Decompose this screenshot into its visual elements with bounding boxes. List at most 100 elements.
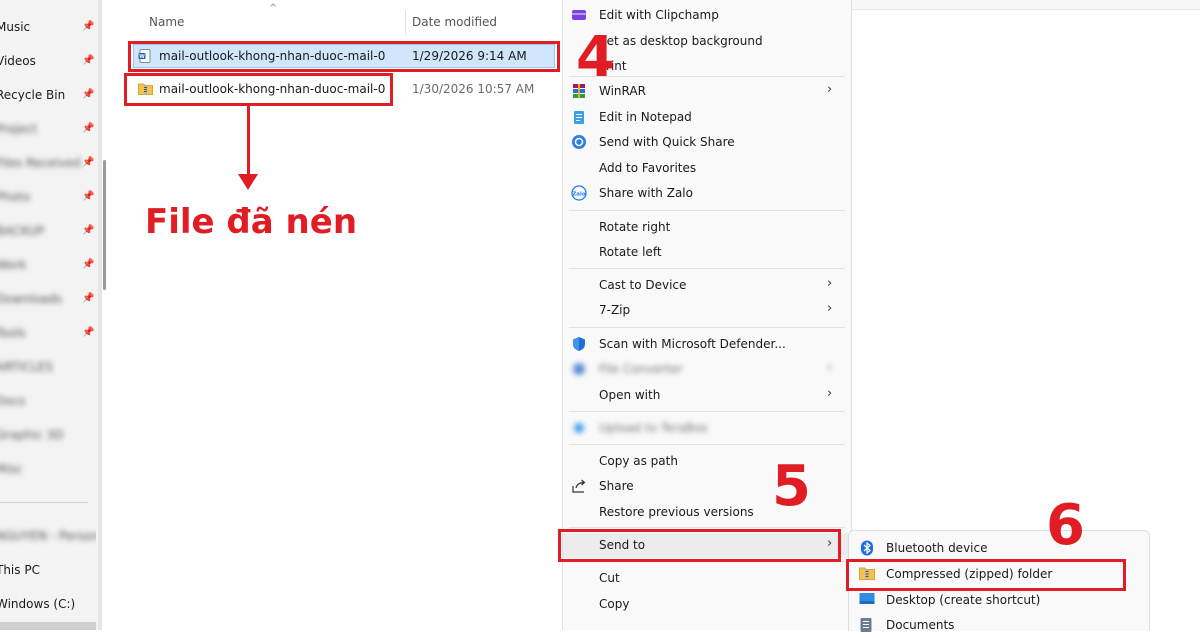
menu-item-label: Set as desktop background (599, 34, 763, 48)
menu-item-copy[interactable]: Copy (563, 592, 851, 617)
menu-item-rotate-right[interactable]: Rotate right (563, 215, 851, 240)
nav-item-label: Work (0, 258, 27, 272)
file-date-modified: 1/30/2026 10:57 AM (412, 82, 535, 96)
clipchamp-icon (571, 7, 587, 26)
menu-item-label: Send to (599, 538, 646, 552)
nav-item-videos[interactable]: Videos 📌 (0, 46, 96, 76)
file-row[interactable]: mail-outlook-khong-nhan-duoc-mail-0 1/30… (134, 78, 554, 100)
submenu-item-compressed-zipped-folder[interactable]: Compressed (zipped) folder (849, 562, 1149, 587)
pin-icon: 📌 (82, 327, 95, 338)
pin-icon: 📌 (82, 55, 95, 66)
nav-item-blurred[interactable]: Graphic 3D (0, 420, 96, 450)
menu-item-label: Add to Favorites (599, 161, 697, 175)
menu-item-label: 7-Zip (599, 303, 631, 317)
file-date-modified: 1/29/2026 9:14 AM (412, 49, 527, 63)
submenu-item-bluetooth-device[interactable]: Bluetooth device (849, 536, 1149, 561)
nav-item-label: Docs (0, 394, 26, 408)
menu-item-open-with[interactable]: Open with › (563, 383, 851, 408)
send-to-submenu: Bluetooth device Compressed (zipped) fol… (848, 530, 1150, 632)
step-number-6: 6 (1046, 493, 1085, 558)
word-document-icon: W (138, 49, 152, 66)
menu-item-add-to-favorites[interactable]: Add to Favorites (563, 156, 851, 181)
nav-item-blurred[interactable]: Work 📌 (0, 250, 96, 280)
file-row-selected[interactable]: W mail-outlook-khong-nhan-duoc-mail-0 1/… (133, 44, 555, 68)
nav-item-blurred[interactable]: Downloads 📌 (0, 284, 96, 314)
nav-scrollbar-track[interactable] (98, 0, 102, 630)
step-number-4: 4 (576, 25, 615, 90)
nav-item-this-pc[interactable]: This PC (0, 555, 96, 585)
menu-item-label: Rotate left (599, 245, 662, 259)
column-header-date-modified[interactable]: Date modified (412, 15, 497, 29)
menu-item-label: Open with (599, 388, 661, 402)
chevron-right-icon: › (827, 386, 833, 401)
chevron-right-icon: › (827, 360, 833, 375)
nav-selected-item[interactable] (0, 622, 96, 630)
nav-item-label: This PC (0, 563, 40, 577)
menu-item-7-zip[interactable]: 7-Zip › (563, 298, 851, 323)
menu-item-label: Cast to Device (599, 278, 687, 292)
menu-item-file-converter[interactable]: File Converter › (563, 357, 851, 382)
nav-item-recycle-bin[interactable]: Recycle Bin 📌 (0, 80, 96, 110)
title-bar-strip (852, 0, 1200, 10)
notepad-icon (571, 109, 587, 128)
nav-item-blurred[interactable]: Project 📌 (0, 114, 96, 144)
nav-item-label: Files Received (0, 156, 81, 170)
nav-item-music[interactable]: Music 📌 (0, 12, 96, 42)
pin-icon: 📌 (82, 123, 95, 134)
nav-item-blurred[interactable]: BACKUP 📌 (0, 216, 96, 246)
quick-share-icon (571, 134, 587, 153)
file-name: mail-outlook-khong-nhan-duoc-mail-0 (159, 82, 386, 96)
menu-item-upload-to-terabox[interactable]: Upload to TeraBox (563, 416, 851, 441)
chevron-right-icon: › (827, 536, 833, 551)
nav-item-onedrive[interactable]: NGUYEN - Personal (0, 521, 96, 551)
nav-item-blurred[interactable]: Photo 📌 (0, 182, 96, 212)
column-header-name[interactable]: Name (149, 15, 184, 29)
menu-separator (569, 268, 845, 269)
nav-item-blurred[interactable]: ARTICLES (0, 352, 96, 382)
nav-item-label: Photo (0, 190, 31, 204)
menu-separator (569, 527, 845, 528)
menu-item-scan-with-microsoft-defender[interactable]: Scan with Microsoft Defender... (563, 332, 851, 357)
menu-separator (569, 561, 845, 562)
defender-shield-icon (571, 336, 587, 355)
nav-scrollbar-thumb[interactable] (103, 160, 106, 290)
step-number-5: 5 (772, 454, 811, 519)
menu-item-send-with-quick-share[interactable]: Send with Quick Share (563, 130, 851, 155)
menu-item-label: Send with Quick Share (599, 135, 735, 149)
column-separator[interactable] (405, 10, 406, 36)
nav-item-blurred[interactable]: Docs (0, 386, 96, 416)
menu-item-label: Share (599, 479, 634, 493)
menu-item-send-to[interactable]: Send to › (563, 533, 851, 558)
nav-item-blurred[interactable]: Misc (0, 454, 96, 484)
menu-item-label: File Converter (599, 362, 683, 376)
pin-icon: 📌 (82, 21, 95, 32)
menu-item-edit-in-notepad[interactable]: Edit in Notepad (563, 105, 851, 130)
desktop-icon (859, 592, 875, 609)
menu-item-cast-to-device[interactable]: Cast to Device › (563, 273, 851, 298)
nav-item-label: Graphic 3D (0, 428, 64, 442)
zip-folder-icon (138, 82, 153, 98)
submenu-item-desktop-create-shortcut[interactable]: Desktop (create shortcut) (849, 588, 1149, 613)
nav-item-label: Misc (0, 462, 23, 476)
nav-item-blurred[interactable]: Files Received 📌 (0, 148, 96, 178)
annotation-arrow-line (247, 106, 250, 176)
submenu-item-documents[interactable]: Documents (849, 613, 1149, 638)
menu-item-cut[interactable]: Cut (563, 566, 851, 591)
menu-item-label: Copy (599, 597, 630, 611)
bluetooth-icon (859, 540, 875, 559)
chevron-right-icon: › (827, 301, 833, 316)
documents-icon (859, 617, 873, 636)
file-converter-icon (571, 361, 587, 380)
nav-item-windows-c[interactable]: Windows (C:) (0, 589, 96, 619)
nav-item-blurred[interactable]: Tools 📌 (0, 318, 96, 348)
menu-separator (569, 210, 845, 211)
pin-icon: 📌 (82, 89, 95, 100)
menu-item-share-with-zalo[interactable]: Zalo Share with Zalo (563, 181, 851, 206)
menu-item-label: Cut (599, 571, 620, 585)
menu-item-rotate-left[interactable]: Rotate left (563, 240, 851, 265)
pin-icon: 📌 (82, 157, 95, 168)
sort-ascending-icon: ^ (269, 3, 278, 14)
context-menu: Edit with Clipchamp Set as desktop backg… (562, 0, 852, 630)
navigation-pane: Music 📌 Videos 📌 Recycle Bin 📌 Project 📌… (0, 0, 100, 630)
menu-item-label: Edit with Clipchamp (599, 8, 719, 22)
